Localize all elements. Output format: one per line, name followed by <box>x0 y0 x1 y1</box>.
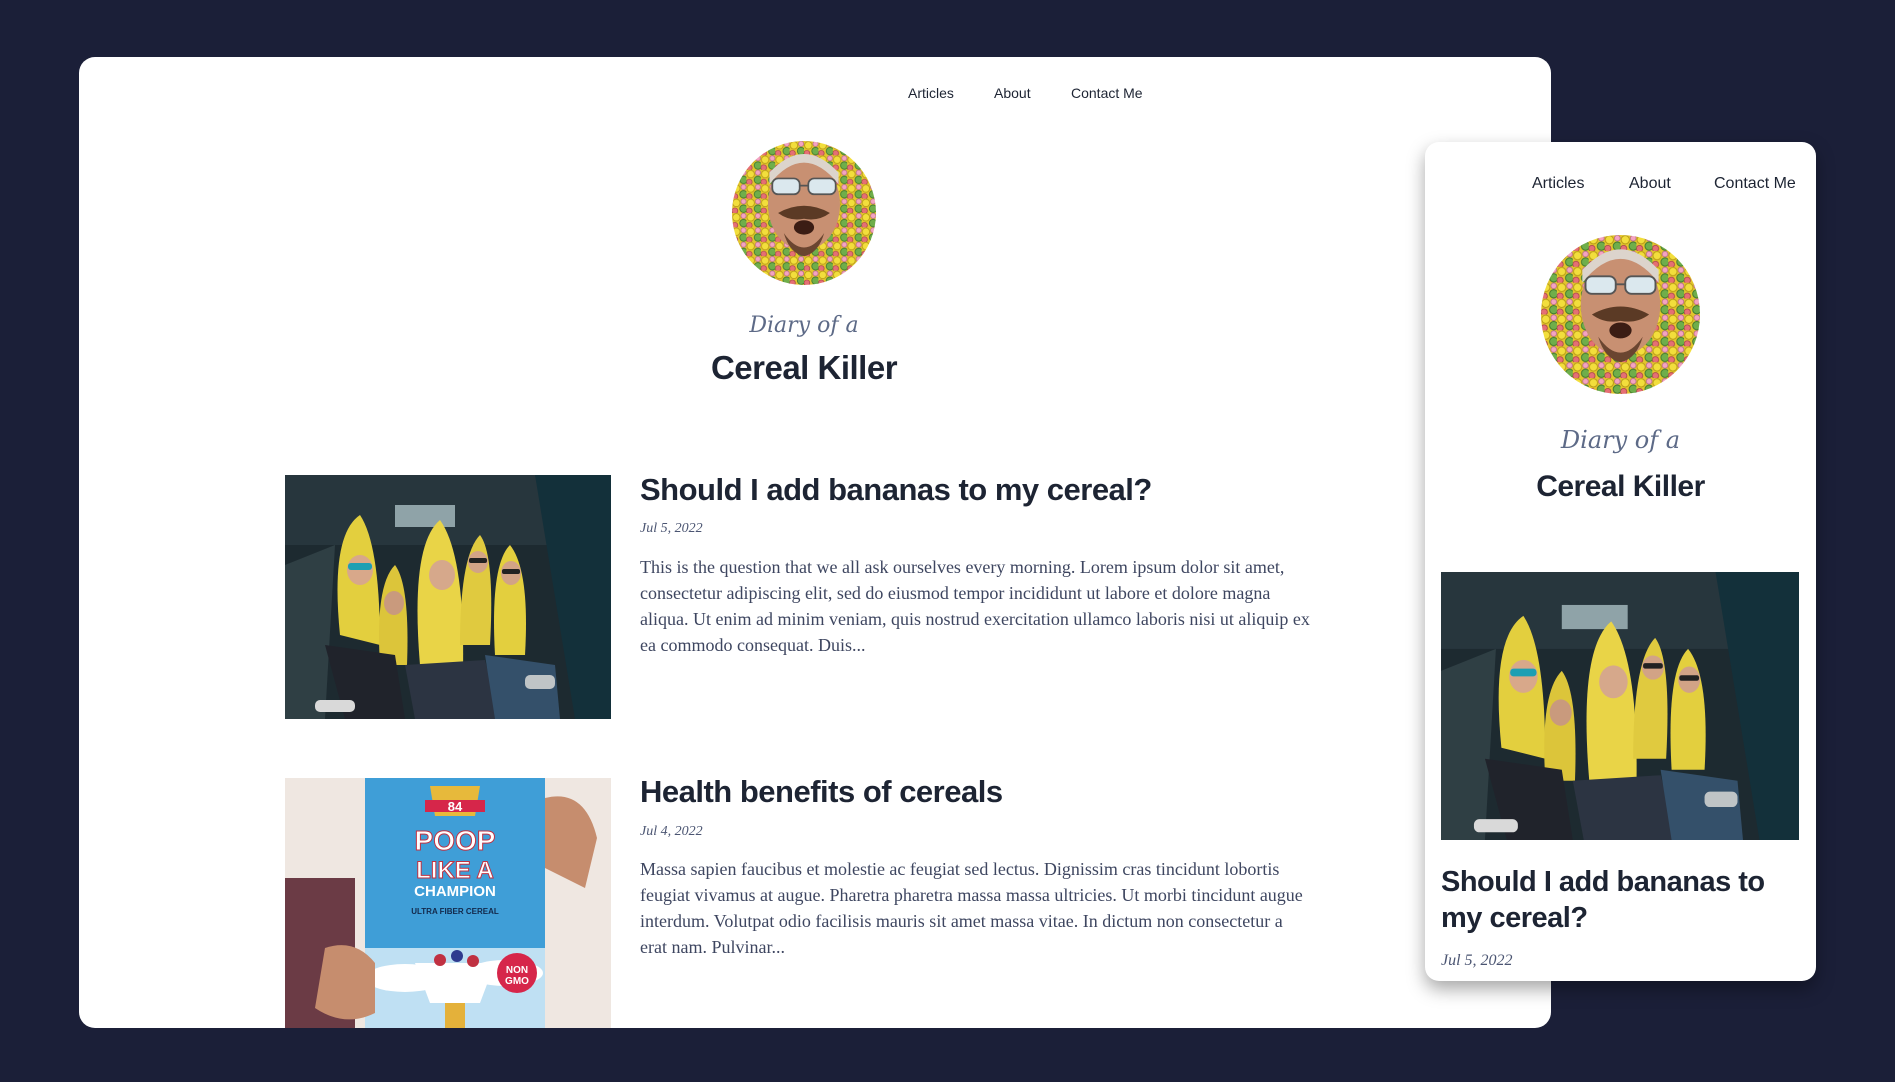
cereal-box-photo: 84 POOP LIKE A CHAMPION ULTRA FIBER CERE… <box>285 778 611 1028</box>
post-image-bananas[interactable] <box>1441 572 1799 840</box>
box-badge-line1: NON <box>506 965 528 976</box>
post-date: Jul 4, 2022 <box>640 824 703 839</box>
post-image-cereal[interactable]: 84 POOP LIKE A CHAMPION ULTRA FIBER CERE… <box>285 778 611 1028</box>
nav-link-articles[interactable]: Articles <box>1532 175 1584 193</box>
post-title[interactable]: Health benefits of cereals <box>640 774 1360 810</box>
box-line3: CHAMPION <box>414 883 496 900</box>
post-date: Jul 5, 2022 <box>640 521 703 536</box>
box-top-number: 84 <box>448 799 463 814</box>
desktop-preview: Articles About Contact Me Diary of a Cer… <box>79 57 1551 1028</box>
avatar-image <box>732 141 876 285</box>
blog-eyebrow: Diary of a <box>1560 426 1681 454</box>
avatar[interactable] <box>732 141 876 285</box>
box-line1: POOP <box>415 825 496 856</box>
mobile-preview: Articles About Contact Me Diary of a Cer… <box>1425 142 1816 981</box>
blog-title[interactable]: Cereal Killer <box>624 349 984 387</box>
avatar[interactable] <box>1541 235 1700 394</box>
box-badge-line2: GMO <box>505 976 529 987</box>
post-image-bananas[interactable] <box>285 475 611 719</box>
post-title[interactable]: Should I add bananas to my cereal? <box>640 472 1360 508</box>
nav-link-contact[interactable]: Contact Me <box>1714 175 1796 193</box>
blog-title[interactable]: Cereal Killer <box>1425 470 1816 504</box>
nav-link-about[interactable]: About <box>1629 175 1671 193</box>
post-date: Jul 5, 2022 <box>1441 952 1513 969</box>
post-title[interactable]: Should I add bananas to my cereal? <box>1441 864 1786 936</box>
box-line2: LIKE A <box>416 857 494 884</box>
post-excerpt: This is the question that we all ask our… <box>640 557 1310 655</box>
avatar-image <box>1541 235 1700 394</box>
bananas-photo <box>1441 572 1799 840</box>
post-excerpt: Massa sapien faucibus et molestie ac feu… <box>640 859 1303 957</box>
nav-link-contact[interactable]: Contact Me <box>1071 85 1143 101</box>
nav-link-articles[interactable]: Articles <box>908 85 954 101</box>
blog-eyebrow: Diary of a <box>749 313 859 338</box>
bananas-photo <box>285 475 611 719</box>
nav-link-about[interactable]: About <box>994 85 1031 101</box>
box-tagline: ULTRA FIBER CEREAL <box>411 907 499 916</box>
